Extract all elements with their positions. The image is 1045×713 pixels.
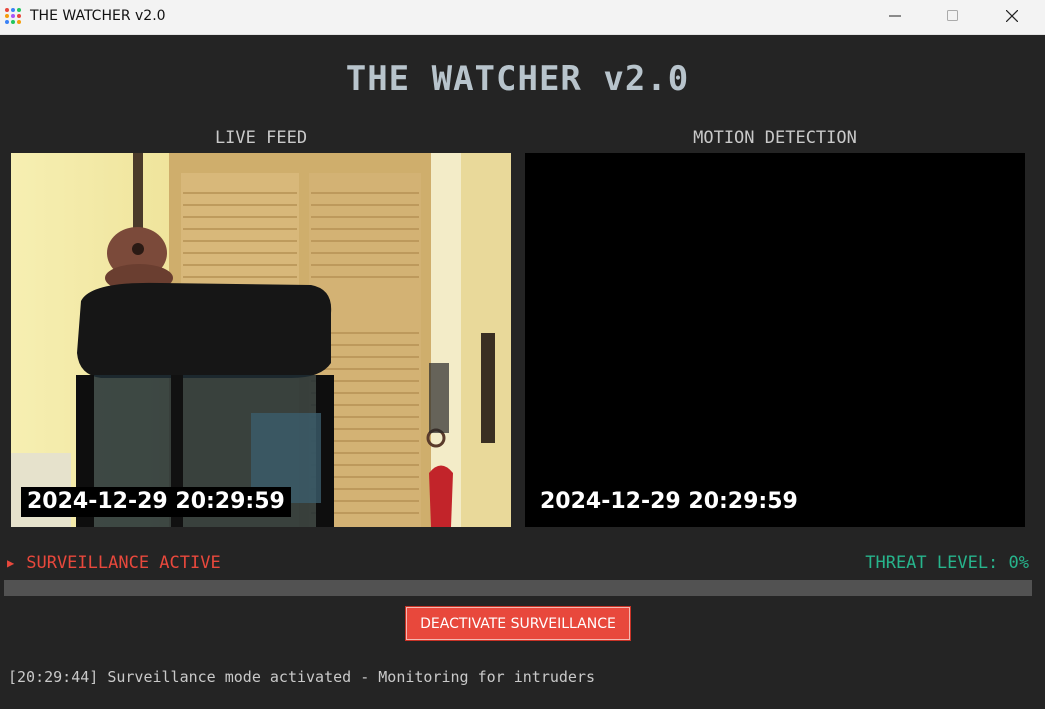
close-icon bbox=[1006, 10, 1018, 22]
surveillance-status-text: SURVEILLANCE ACTIVE bbox=[26, 553, 221, 573]
live-feed-timestamp: 2024-12-29 20:29:59 bbox=[21, 487, 291, 517]
motion-detection-label: MOTION DETECTION bbox=[693, 128, 857, 148]
window-titlebar: THE WATCHER v2.0 bbox=[0, 0, 1045, 35]
app-window: THE WATCHER v2.0 LIVE FEED MOTION DETECT… bbox=[0, 35, 1045, 709]
surveillance-status: ▶ SURVEILLANCE ACTIVE bbox=[7, 553, 221, 573]
threat-level: THREAT LEVEL: 0% bbox=[865, 553, 1029, 573]
threat-level-bar bbox=[4, 580, 1032, 596]
live-feed-view: 2024-12-29 20:29:59 bbox=[11, 153, 511, 527]
close-button[interactable] bbox=[983, 0, 1041, 32]
log-entry: [20:29:44] Surveillance mode activated -… bbox=[8, 668, 595, 686]
minimize-button[interactable] bbox=[866, 0, 924, 32]
camera-image bbox=[11, 153, 511, 527]
motion-detection-view: 2024-12-29 20:29:59 bbox=[525, 153, 1025, 527]
maximize-icon bbox=[947, 10, 958, 21]
live-feed-label: LIVE FEED bbox=[214, 128, 308, 148]
play-triangle-icon: ▶ bbox=[7, 556, 15, 570]
app-icon bbox=[5, 8, 21, 24]
minimize-icon bbox=[889, 15, 901, 17]
maximize-button[interactable] bbox=[924, 0, 982, 32]
motion-feed-timestamp: 2024-12-29 20:29:59 bbox=[534, 487, 804, 517]
app-title: THE WATCHER v2.0 bbox=[345, 59, 690, 99]
deactivate-surveillance-button[interactable]: DEACTIVATE SURVEILLANCE bbox=[405, 606, 631, 641]
window-title: THE WATCHER v2.0 bbox=[30, 8, 166, 24]
